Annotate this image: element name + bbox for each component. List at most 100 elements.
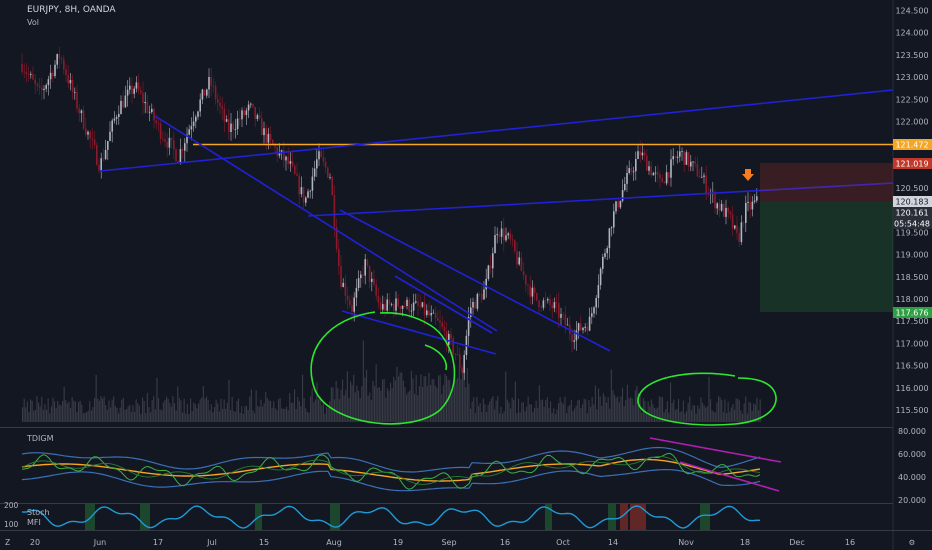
volume-bar: [364, 377, 366, 422]
volume-bar: [303, 398, 305, 422]
candle-body: [168, 137, 171, 148]
candle-body: [485, 278, 487, 290]
candle-body: [236, 118, 239, 130]
candle-body: [450, 333, 452, 339]
volume-bar: [236, 400, 238, 422]
volume-label[interactable]: Vol: [27, 18, 39, 27]
volume-bar: [113, 396, 115, 422]
candle-body: [353, 297, 355, 312]
candle-body: [344, 282, 347, 296]
candle-body: [133, 88, 135, 94]
volume-bar: [338, 399, 340, 422]
volume-bar: [130, 411, 132, 422]
candle-body: [371, 278, 373, 282]
candle-body: [672, 156, 674, 160]
volume-bar: [231, 396, 233, 422]
volume-bar: [311, 388, 313, 422]
volume-bar: [417, 395, 419, 422]
volume-bar: [407, 392, 409, 422]
volume-bar: [74, 401, 76, 422]
volume-bar: [386, 388, 388, 422]
candle-body: [164, 139, 166, 142]
volume-bar: [462, 369, 464, 422]
svg-text:05:54:48: 05:54:48: [894, 220, 930, 229]
volume-bar: [534, 408, 536, 422]
candle-body: [36, 83, 39, 86]
candle-body: [320, 151, 322, 157]
candle-body: [641, 152, 644, 156]
volume-bar: [479, 403, 481, 422]
candle-body: [437, 318, 439, 321]
stop-loss-zone[interactable]: [760, 163, 893, 201]
auto-scale-toggle[interactable]: ⚙: [909, 538, 916, 547]
candle-body: [529, 285, 531, 297]
candle-body: [254, 106, 256, 119]
volume-bar: [153, 396, 155, 422]
volume-bar: [28, 412, 30, 422]
candle-body: [533, 287, 536, 293]
volume-bar: [228, 379, 230, 422]
volume-bar: [350, 381, 352, 422]
volume-bar: [266, 398, 268, 422]
candle-body: [674, 156, 677, 158]
candle-body: [49, 72, 52, 80]
volume-bar: [406, 394, 408, 422]
candle-body: [586, 326, 589, 331]
volume-bar: [369, 392, 371, 422]
volume-bar: [202, 385, 204, 422]
candle-body: [276, 147, 278, 156]
candle-body: [287, 156, 289, 164]
volume-bar: [223, 399, 225, 422]
volume-bar: [518, 398, 520, 422]
volume-bar: [57, 400, 59, 422]
volume-bar: [71, 397, 73, 422]
candle-body: [173, 140, 175, 150]
candle-body: [729, 211, 732, 215]
volume-bar: [191, 411, 193, 422]
mfi-label[interactable]: MFI: [27, 518, 41, 527]
volume-bar: [631, 398, 633, 422]
volume-bar: [207, 399, 209, 422]
candle-body: [234, 129, 237, 130]
volume-bar: [206, 396, 208, 422]
volume-bar: [241, 406, 243, 422]
candle-body: [593, 307, 595, 314]
volume-bar: [676, 408, 678, 422]
volume-bar: [135, 399, 137, 422]
candle-body: [507, 233, 509, 236]
volume-bar: [742, 413, 744, 422]
candle-body: [377, 295, 380, 303]
candle-body: [285, 156, 287, 161]
candle-body: [157, 123, 160, 125]
candle-body: [245, 110, 248, 115]
tdigm-label[interactable]: TDIGM: [27, 434, 54, 443]
candle-body: [476, 293, 479, 309]
candle-body: [32, 74, 34, 80]
volume-bar: [246, 406, 248, 422]
volume-bar: [599, 396, 601, 422]
candle-body: [140, 90, 142, 93]
candle-body: [395, 298, 397, 311]
chart-canvas[interactable]: 124.500 124.000 123.500 123.000 122.500 122.0…: [0, 0, 932, 550]
stoch-label[interactable]: Stoch: [27, 508, 50, 517]
candle-body: [489, 265, 492, 269]
candle-body: [718, 203, 721, 211]
volume-bar: [442, 385, 444, 422]
volume-bar: [58, 404, 60, 422]
candle-body: [34, 79, 36, 84]
time-tick-label: Jul: [206, 538, 217, 547]
volume-bar: [385, 397, 387, 422]
log-scale-toggle[interactable]: Z: [5, 538, 10, 547]
volume-bar: [230, 410, 232, 422]
candle-body: [615, 201, 617, 212]
candle-body: [630, 168, 633, 173]
volume-bar: [711, 410, 713, 422]
volume-bar: [399, 372, 401, 422]
time-tick-label: 20: [30, 538, 40, 547]
volume-bar: [378, 387, 380, 422]
take-profit-zone[interactable]: [760, 201, 893, 312]
volume-bar: [298, 401, 300, 422]
volume-bar: [566, 413, 568, 422]
candle-body: [166, 141, 168, 148]
candle-body: [291, 161, 294, 166]
